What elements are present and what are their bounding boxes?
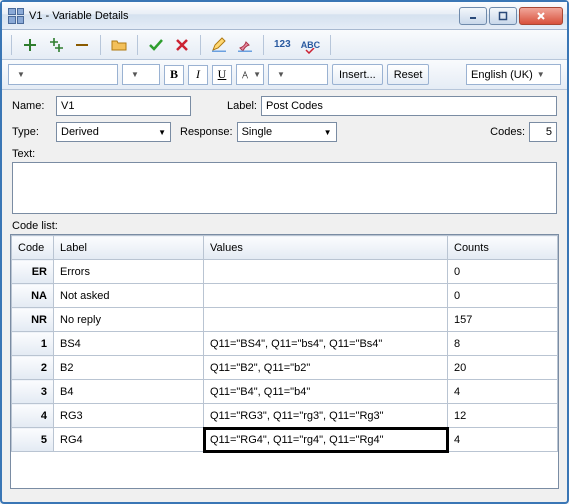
col-values[interactable]: Values <box>204 236 448 260</box>
cell-label[interactable]: No reply <box>54 308 204 332</box>
renumber-button[interactable]: 123 <box>271 34 294 56</box>
cell-label[interactable]: Errors <box>54 260 204 284</box>
text-field[interactable] <box>12 162 557 214</box>
formatbar: ▼ ▼ B I U ▼ ▼ Insert... Reset English (U… <box>2 60 567 90</box>
cell-label[interactable]: RG3 <box>54 404 204 428</box>
cell-values[interactable] <box>204 308 448 332</box>
app-icon <box>8 8 24 24</box>
cell-counts[interactable]: 0 <box>448 284 558 308</box>
style-combo[interactable]: ▼ <box>268 64 328 85</box>
cell-code[interactable]: NA <box>12 284 54 308</box>
table-row[interactable]: ERErrors 0 <box>12 260 558 284</box>
text-label: Text: <box>12 148 35 160</box>
cell-values[interactable]: Q11="RG4", Q11="rg4", Q11="Rg4" <box>204 428 448 452</box>
codelist-grid[interactable]: Code Label Values Counts ERErrors0NANot … <box>10 234 559 489</box>
cell-code[interactable]: 1 <box>12 332 54 356</box>
table-row[interactable]: NANot asked 0 <box>12 284 558 308</box>
cell-counts[interactable]: 8 <box>448 332 558 356</box>
table-row[interactable]: NRNo reply 157 <box>12 308 558 332</box>
cell-label[interactable]: B4 <box>54 380 204 404</box>
window-title: V1 - Variable Details <box>29 10 459 22</box>
response-label: Response: <box>180 126 233 138</box>
label-field[interactable] <box>261 96 557 116</box>
response-select[interactable]: Single▼ <box>237 122 337 142</box>
name-field[interactable] <box>56 96 191 116</box>
font-color-combo[interactable]: ▼ <box>236 64 264 85</box>
cell-code[interactable]: 2 <box>12 356 54 380</box>
open-folder-button[interactable] <box>108 34 130 56</box>
type-select[interactable]: Derived▼ <box>56 122 171 142</box>
table-row[interactable]: 1BS4Q11="BS4", Q11="bs4", Q11="Bs4"8 <box>12 332 558 356</box>
clear-formatting-button[interactable] <box>234 34 256 56</box>
close-button[interactable] <box>519 7 563 25</box>
spellcheck-button[interactable]: ABC <box>298 34 324 56</box>
cell-code[interactable]: ER <box>12 260 54 284</box>
cell-values[interactable] <box>204 260 448 284</box>
maximize-button[interactable] <box>489 7 517 25</box>
cell-values[interactable]: Q11="RG3", Q11="rg3", Q11="Rg3" <box>204 404 448 428</box>
remove-button[interactable] <box>71 34 93 56</box>
underline-button[interactable]: U <box>212 65 232 85</box>
codes-label: Codes: <box>490 126 525 138</box>
cell-counts[interactable]: 0 <box>448 260 558 284</box>
accept-button[interactable] <box>145 34 167 56</box>
cell-code[interactable]: NR <box>12 308 54 332</box>
font-family-combo[interactable]: ▼ <box>8 64 118 85</box>
col-label[interactable]: Label <box>54 236 204 260</box>
col-counts[interactable]: Counts <box>448 236 558 260</box>
form-area: Name: Label: Type: Derived▼ Response: Si… <box>2 90 567 218</box>
titlebar: V1 - Variable Details <box>2 2 567 30</box>
cell-code[interactable]: 4 <box>12 404 54 428</box>
cell-counts[interactable]: 4 <box>448 380 558 404</box>
cell-counts[interactable]: 12 <box>448 404 558 428</box>
table-row[interactable]: 2B2Q11="B2", Q11="b2"20 <box>12 356 558 380</box>
cell-code[interactable]: 5 <box>12 428 54 452</box>
add-button[interactable] <box>19 34 41 56</box>
cell-label[interactable]: Not asked <box>54 284 204 308</box>
add-multiple-button[interactable] <box>45 34 67 56</box>
edit-pencil-button[interactable] <box>208 34 230 56</box>
col-code[interactable]: Code <box>12 236 54 260</box>
table-row[interactable]: 3B4Q11="B4", Q11="b4"4 <box>12 380 558 404</box>
table-row[interactable]: 4RG3Q11="RG3", Q11="rg3", Q11="Rg3"12 <box>12 404 558 428</box>
cell-values[interactable]: Q11="BS4", Q11="bs4", Q11="Bs4" <box>204 332 448 356</box>
cell-counts[interactable]: 157 <box>448 308 558 332</box>
cell-values[interactable]: Q11="B2", Q11="b2" <box>204 356 448 380</box>
cell-code[interactable]: 3 <box>12 380 54 404</box>
cell-counts[interactable]: 4 <box>448 428 558 452</box>
language-combo[interactable]: English (UK)▼ <box>466 64 561 85</box>
toolbar: 123 ABC <box>2 30 567 60</box>
name-label: Name: <box>12 100 52 112</box>
cell-label[interactable]: B2 <box>54 356 204 380</box>
type-label: Type: <box>12 126 52 138</box>
cell-values[interactable] <box>204 284 448 308</box>
cancel-button[interactable] <box>171 34 193 56</box>
font-size-combo[interactable]: ▼ <box>122 64 160 85</box>
codes-field[interactable] <box>529 122 557 142</box>
bold-button[interactable]: B <box>164 65 184 85</box>
cell-values[interactable]: Q11="B4", Q11="b4" <box>204 380 448 404</box>
codelist-label: Code list: <box>2 218 567 234</box>
label-label: Label: <box>223 100 257 112</box>
table-row[interactable]: 5RG4Q11="RG4", Q11="rg4", Q11="Rg4"4 <box>12 428 558 452</box>
cell-label[interactable]: RG4 <box>54 428 204 452</box>
minimize-button[interactable] <box>459 7 487 25</box>
table-header-row: Code Label Values Counts <box>12 236 558 260</box>
cell-label[interactable]: BS4 <box>54 332 204 356</box>
cell-counts[interactable]: 20 <box>448 356 558 380</box>
italic-button[interactable]: I <box>188 65 208 85</box>
reset-button[interactable]: Reset <box>387 64 430 85</box>
insert-button[interactable]: Insert... <box>332 64 383 85</box>
